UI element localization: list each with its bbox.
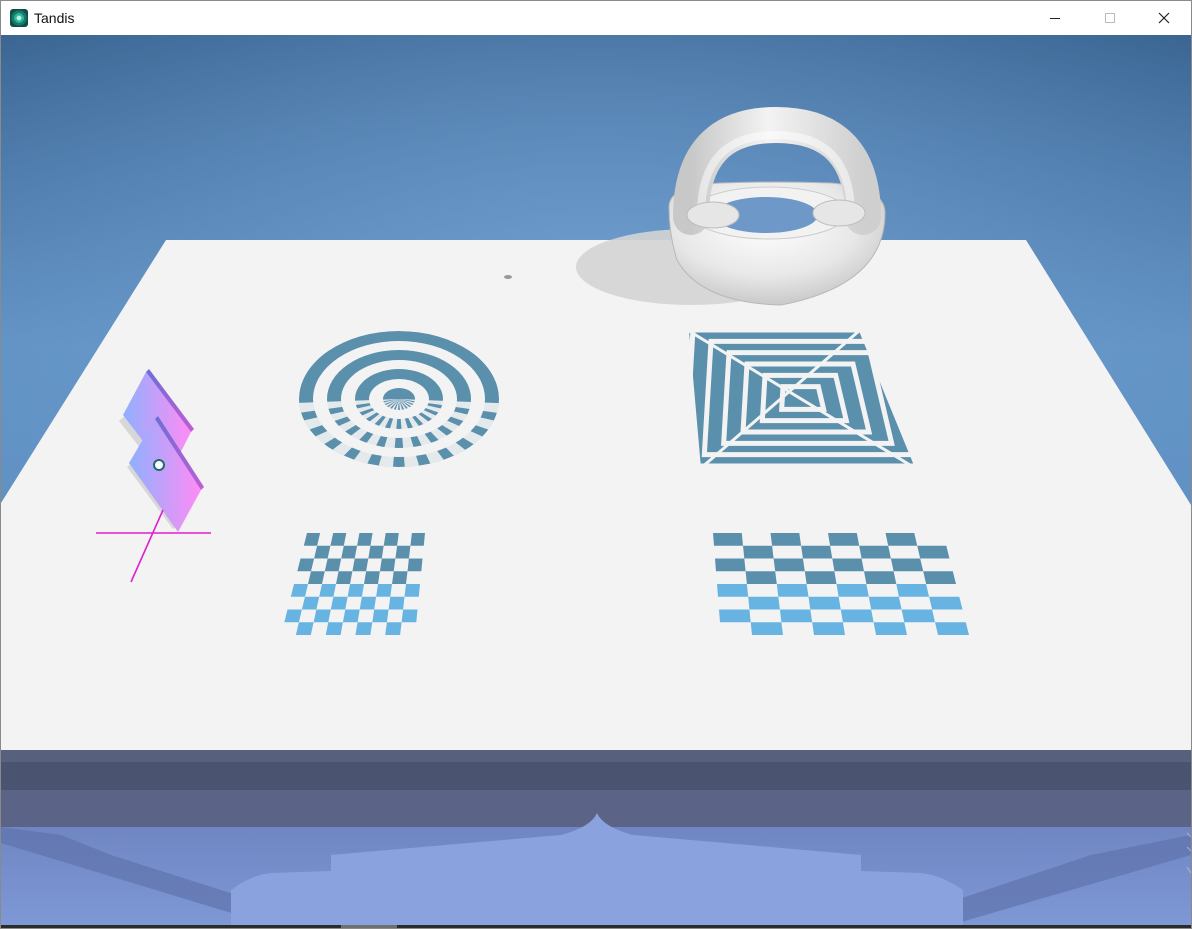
checker-cell bbox=[713, 533, 743, 546]
checker-cell bbox=[901, 609, 935, 623]
checker-cell bbox=[341, 545, 358, 559]
checker-cell bbox=[779, 609, 813, 623]
checker-cell bbox=[357, 533, 373, 546]
checker-cell bbox=[330, 596, 348, 610]
maximize-icon bbox=[1105, 13, 1115, 23]
checker-cell bbox=[388, 596, 405, 610]
checker-cell bbox=[896, 584, 930, 597]
maximize-button[interactable] bbox=[1087, 1, 1133, 35]
bottom-scroll-strip[interactable] bbox=[1, 925, 1191, 928]
checker-cell bbox=[376, 584, 392, 597]
checker-cell bbox=[364, 571, 380, 584]
minimize-button[interactable] bbox=[1032, 1, 1078, 35]
checker-cell bbox=[890, 558, 924, 572]
close-icon bbox=[1158, 12, 1170, 24]
checker-cell bbox=[743, 545, 774, 559]
checker-cell bbox=[929, 596, 963, 610]
checker-cell bbox=[401, 609, 418, 623]
app-window: Tandis bbox=[0, 0, 1192, 929]
checker-cell bbox=[295, 622, 314, 635]
checker-cell bbox=[828, 533, 860, 546]
checker-cell bbox=[407, 558, 423, 572]
checker-cell bbox=[776, 584, 809, 597]
checker-cell bbox=[748, 596, 780, 610]
checker-cell bbox=[330, 533, 347, 546]
checker-cell bbox=[324, 558, 342, 572]
checker-cell bbox=[808, 596, 841, 610]
scroll-thumb[interactable] bbox=[341, 925, 397, 928]
window-title: Tandis bbox=[34, 10, 75, 26]
checker-cell bbox=[801, 545, 833, 559]
checker-cell bbox=[812, 622, 845, 635]
checker-cell bbox=[868, 596, 902, 610]
checker-cell bbox=[368, 545, 384, 559]
checker-cell bbox=[840, 609, 874, 623]
checker-cell bbox=[395, 545, 411, 559]
checker-cell bbox=[352, 558, 369, 572]
checker-cell bbox=[336, 571, 353, 584]
checker-cell bbox=[355, 622, 373, 635]
close-button[interactable] bbox=[1141, 1, 1187, 35]
checker-cell bbox=[745, 571, 777, 584]
checker-cell bbox=[372, 609, 389, 623]
checker-cell bbox=[859, 545, 891, 559]
checker-cell bbox=[770, 533, 802, 546]
scene-canvas[interactable] bbox=[1, 35, 1191, 925]
checker-cell bbox=[347, 584, 364, 597]
checker-cell bbox=[319, 584, 336, 597]
checker-cell bbox=[923, 571, 956, 584]
checker-cell bbox=[392, 571, 408, 584]
checker-cell bbox=[717, 584, 749, 597]
checker-cell bbox=[917, 545, 950, 559]
checker-cell bbox=[750, 622, 783, 635]
panel-handle-point[interactable] bbox=[153, 459, 165, 471]
checker-cell bbox=[404, 584, 420, 597]
checker-cell bbox=[885, 533, 918, 546]
minimize-icon bbox=[1050, 18, 1060, 19]
checker-cell bbox=[804, 571, 837, 584]
checker-cell bbox=[313, 609, 331, 623]
checker-cell bbox=[873, 622, 907, 635]
table-marker-dot bbox=[504, 275, 512, 279]
title-bar[interactable]: Tandis bbox=[1, 1, 1191, 35]
tandis-app-icon bbox=[10, 9, 28, 27]
checker-cell bbox=[832, 558, 864, 572]
checker-cell bbox=[359, 596, 377, 610]
checker-cell bbox=[935, 622, 969, 635]
checker-cell bbox=[836, 584, 869, 597]
checker-cell bbox=[864, 571, 897, 584]
checker-cell bbox=[342, 609, 360, 623]
checker-cell bbox=[325, 622, 343, 635]
checker-cell bbox=[385, 622, 402, 635]
checker-cell bbox=[383, 533, 399, 546]
table-edge-top bbox=[1, 750, 1191, 762]
checker-cell bbox=[773, 558, 805, 572]
3d-viewport[interactable] bbox=[1, 35, 1191, 925]
checker-cell bbox=[719, 609, 751, 623]
checker-cell bbox=[715, 558, 746, 572]
checker-cell bbox=[410, 533, 425, 546]
checker-cell bbox=[379, 558, 396, 572]
